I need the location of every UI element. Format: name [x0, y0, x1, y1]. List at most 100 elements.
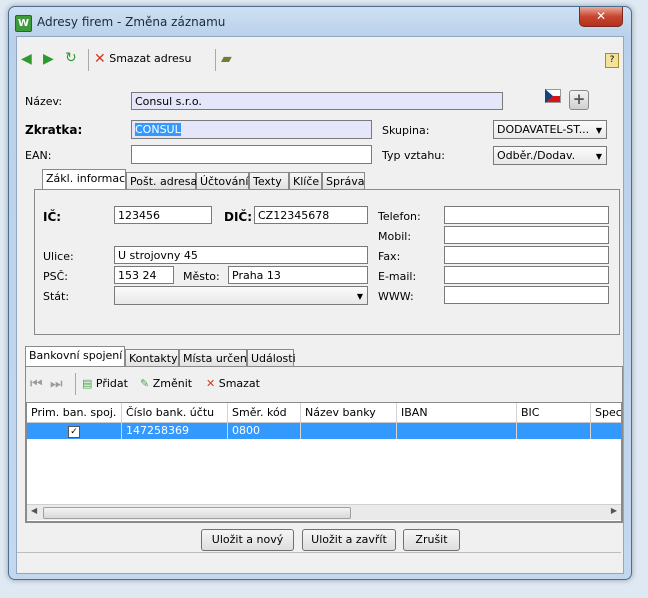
skupina-select[interactable]: DODAVATEL-ST... ▼	[493, 120, 607, 139]
close-button[interactable]: ✕	[579, 7, 623, 27]
delete-bank-label: Smazat	[218, 377, 260, 390]
telefon-label: Telefon:	[378, 210, 421, 223]
tab-mista-urceni[interactable]: Místa určení	[179, 349, 250, 366]
column-header[interactable]: BIC	[517, 403, 591, 423]
bank-table[interactable]: Prim. ban. spoj. Číslo bank. účtu Směr. …	[26, 402, 622, 522]
tab-klice[interactable]: Klíče	[289, 172, 322, 189]
code-cell: 0800	[228, 423, 301, 439]
www-input[interactable]	[444, 286, 609, 304]
fax-input[interactable]	[444, 246, 609, 264]
primary-checkbox[interactable]: ✓	[68, 426, 80, 438]
www-label: WWW:	[378, 290, 414, 303]
table-row[interactable]: ✓ 147258369 0800	[27, 423, 621, 439]
delete-address-button[interactable]: ✕ Smazat adresu	[94, 51, 191, 69]
mobil-label: Mobil:	[378, 230, 412, 243]
ulice-input[interactable]: U strojovny 45	[114, 246, 368, 264]
document-icon: ▤	[82, 377, 93, 390]
zkratka-input[interactable]: CONSUL	[131, 120, 372, 139]
typ-vztahu-value: Odběr./Dodav.	[497, 149, 576, 162]
tab-zakl-informace[interactable]: Zákl. informace	[42, 169, 132, 189]
column-header[interactable]: Směr. kód	[228, 403, 301, 423]
tab-kontakty[interactable]: Kontakty	[125, 349, 179, 366]
column-header[interactable]: Spec	[591, 403, 621, 423]
scrollbar-thumb[interactable]	[43, 507, 351, 519]
scroll-right-icon[interactable]: ▶	[611, 506, 617, 515]
bank-name-cell	[301, 423, 397, 439]
ean-input[interactable]	[131, 145, 372, 164]
delete-x-icon: ✕	[94, 51, 106, 67]
typ-vztahu-select[interactable]: Odběr./Dodav. ▼	[493, 146, 607, 165]
column-header[interactable]: IBAN	[397, 403, 517, 423]
mesto-label: Město:	[183, 270, 220, 283]
help-icon[interactable]: ?	[605, 53, 619, 68]
delete-address-label: Smazat adresu	[109, 52, 192, 65]
nazev-label: Název:	[25, 95, 63, 108]
edit-bank-label: Změnit	[152, 377, 193, 390]
primary-checkbox-cell[interactable]: ✓	[27, 423, 122, 439]
email-input[interactable]	[444, 266, 609, 284]
column-header[interactable]: Název banky	[301, 403, 397, 423]
tab-uctovani[interactable]: Účtování	[196, 172, 249, 189]
chevron-down-icon: ▼	[356, 292, 363, 301]
tab-bankovni-spojeni[interactable]: Bankovní spojení	[25, 346, 125, 366]
ulice-label: Ulice:	[43, 250, 74, 263]
email-label: E-mail:	[378, 270, 417, 283]
first-record-icon[interactable]: ⏮	[30, 376, 43, 392]
iban-cell	[397, 423, 517, 439]
stat-label: Stát:	[43, 290, 70, 303]
spec-cell	[591, 423, 621, 439]
zkratka-selected-text: CONSUL	[135, 123, 181, 136]
add-bank-label: Přidat	[95, 377, 128, 390]
mesto-input[interactable]: Praha 13	[228, 266, 368, 284]
edit-bank-button[interactable]: ✎ Změnit	[140, 377, 192, 390]
title-bar[interactable]: W Adresy firem - Změna záznamu ✕	[9, 7, 631, 35]
toolbar-separator	[75, 373, 76, 395]
tab-udalosti[interactable]: Události	[247, 349, 296, 366]
cancel-button[interactable]: Zrušit	[403, 529, 460, 551]
zkratka-label: Zkratka:	[25, 123, 83, 137]
bank-panel: ⏮ ⏭ ▤ Přidat ✎ Změnit ✕ Smazat Prim. ban…	[25, 366, 623, 523]
window-title: Adresy firem - Změna záznamu	[37, 15, 226, 29]
chevron-down-icon: ▼	[595, 126, 602, 135]
delete-bank-button[interactable]: ✕ Smazat	[206, 377, 260, 390]
bic-cell	[517, 423, 591, 439]
typ-vztahu-label: Typ vztahu:	[382, 149, 445, 162]
horizontal-scrollbar[interactable]: ◀ ▶	[27, 504, 621, 520]
nazev-input[interactable]: Consul s.r.o.	[131, 92, 503, 110]
psc-input[interactable]: 153 24	[114, 266, 174, 284]
refresh-icon[interactable]: ↻	[65, 50, 77, 66]
forward-arrow-icon[interactable]: ▶	[43, 51, 54, 67]
telefon-input[interactable]	[444, 206, 609, 224]
chevron-down-icon: ▼	[595, 152, 602, 161]
save-new-button[interactable]: Uložit a nový	[201, 529, 294, 551]
back-arrow-icon[interactable]: ◀	[21, 51, 32, 67]
app-icon: W	[15, 15, 32, 32]
fax-label: Fax:	[378, 250, 401, 263]
next-record-icon[interactable]: ⏭	[50, 376, 63, 392]
skupina-value: DODAVATEL-ST...	[497, 123, 590, 136]
add-bank-button[interactable]: ▤ Přidat	[82, 377, 128, 390]
delete-x-icon: ✕	[206, 377, 216, 390]
print-icon[interactable]: ▰	[221, 51, 232, 67]
dialog-window: W Adresy firem - Změna záznamu ✕ ◀ ▶ ↻ ✕…	[8, 6, 632, 580]
column-header[interactable]: Prim. ban. spoj.	[27, 403, 122, 423]
tab-sprava[interactable]: Správa	[322, 172, 365, 189]
scroll-left-icon[interactable]: ◀	[31, 506, 37, 515]
dic-input[interactable]: CZ12345678	[254, 206, 368, 224]
dic-label: DIČ:	[224, 210, 253, 224]
mobil-input[interactable]	[444, 226, 609, 244]
add-icon[interactable]: +	[569, 90, 589, 110]
stat-select[interactable]: ▼	[114, 286, 368, 305]
ic-input[interactable]: 123456	[114, 206, 212, 224]
account-cell: 147258369	[122, 423, 228, 439]
tab-texty[interactable]: Texty	[249, 172, 289, 189]
toolbar-separator	[215, 49, 216, 71]
tab-post-adresa[interactable]: Pošt. adresa	[126, 172, 197, 189]
save-close-button[interactable]: Uložit a zavřít	[302, 529, 396, 551]
czech-flag-icon	[545, 89, 561, 103]
ic-label: IČ:	[43, 210, 62, 224]
client-area: ◀ ▶ ↻ ✕ Smazat adresu ▰ ? Název: Consul …	[16, 36, 624, 574]
column-header[interactable]: Číslo bank. účtu	[122, 403, 228, 423]
ean-label: EAN:	[25, 149, 52, 162]
skupina-label: Skupina:	[382, 124, 430, 137]
